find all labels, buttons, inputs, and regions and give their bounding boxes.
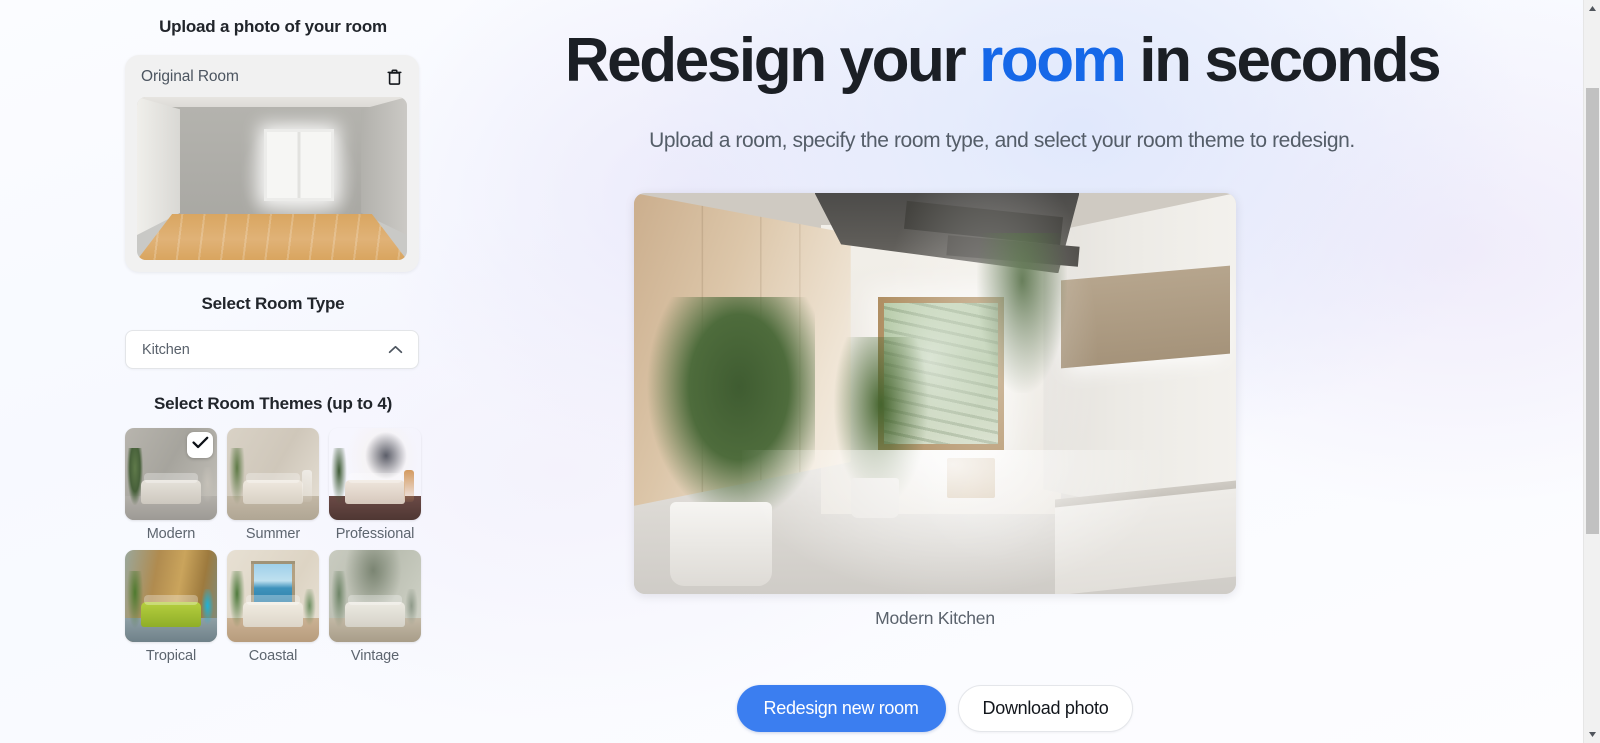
theme-thumbnail-vintage[interactable] xyxy=(329,550,421,643)
theme-label-tropical: Tropical xyxy=(145,648,197,665)
theme-label-professional: Professional xyxy=(335,526,415,542)
original-room-photo xyxy=(137,97,407,260)
sidebar: Upload a photo of your room Original Roo… xyxy=(125,0,421,666)
page-subtitle: Upload a room, specify the room type, an… xyxy=(649,129,1355,152)
theme-item-summer[interactable]: Summer xyxy=(227,428,319,543)
headline-part-2: in seconds xyxy=(1124,26,1441,95)
theme-thumbnail-summer[interactable] xyxy=(227,428,319,520)
theme-selected-badge xyxy=(187,432,213,458)
theme-label-summer: Summer xyxy=(245,526,301,542)
generated-room-image[interactable] xyxy=(634,193,1236,594)
triangle-down-icon[interactable] xyxy=(1584,726,1600,743)
theme-thumbnail-professional[interactable] xyxy=(329,428,421,520)
theme-thumbnail-coastal[interactable] xyxy=(227,550,319,643)
theme-label-coastal: Coastal xyxy=(248,648,298,665)
theme-item-tropical[interactable]: Tropical xyxy=(125,550,217,665)
triangle-up-icon[interactable] xyxy=(1584,0,1600,17)
theme-item-modern[interactable]: Modern xyxy=(125,428,217,543)
check-icon xyxy=(191,436,209,454)
scrollbar-thumb[interactable] xyxy=(1586,88,1599,534)
theme-item-professional[interactable]: Professional xyxy=(329,428,421,543)
page-title: Redesign your room in seconds xyxy=(0,26,1583,95)
theme-label-vintage: Vintage xyxy=(350,648,400,665)
app-root: Upload a photo of your room Original Roo… xyxy=(0,0,1600,743)
room-type-selected-value: Kitchen xyxy=(142,341,190,358)
headline-accent-word: room xyxy=(979,26,1127,95)
theme-thumbnail-modern[interactable] xyxy=(125,428,217,520)
action-buttons: Redesign new room Download photo xyxy=(634,685,1236,732)
theme-label-modern: Modern xyxy=(146,526,196,542)
redesign-new-room-button[interactable]: Redesign new room xyxy=(736,685,946,732)
theme-item-coastal[interactable]: Coastal xyxy=(227,550,319,665)
theme-grid: Modern Summer Professional Tropical Coas… xyxy=(125,428,421,666)
result-panel: Modern Kitchen xyxy=(634,193,1236,629)
headline-part-1: Redesign your xyxy=(564,26,980,95)
result-caption: Modern Kitchen xyxy=(875,608,995,628)
themes-section-title: Select Room Themes (up to 4) xyxy=(153,394,393,413)
room-type-section-title: Select Room Type xyxy=(201,294,345,313)
chevron-up-icon xyxy=(388,341,403,359)
room-type-select[interactable]: Kitchen xyxy=(125,330,419,369)
vertical-scrollbar[interactable] xyxy=(1583,0,1600,743)
theme-thumbnail-tropical[interactable] xyxy=(125,550,217,643)
theme-item-vintage[interactable]: Vintage xyxy=(329,550,421,665)
download-photo-button[interactable]: Download photo xyxy=(957,685,1134,732)
